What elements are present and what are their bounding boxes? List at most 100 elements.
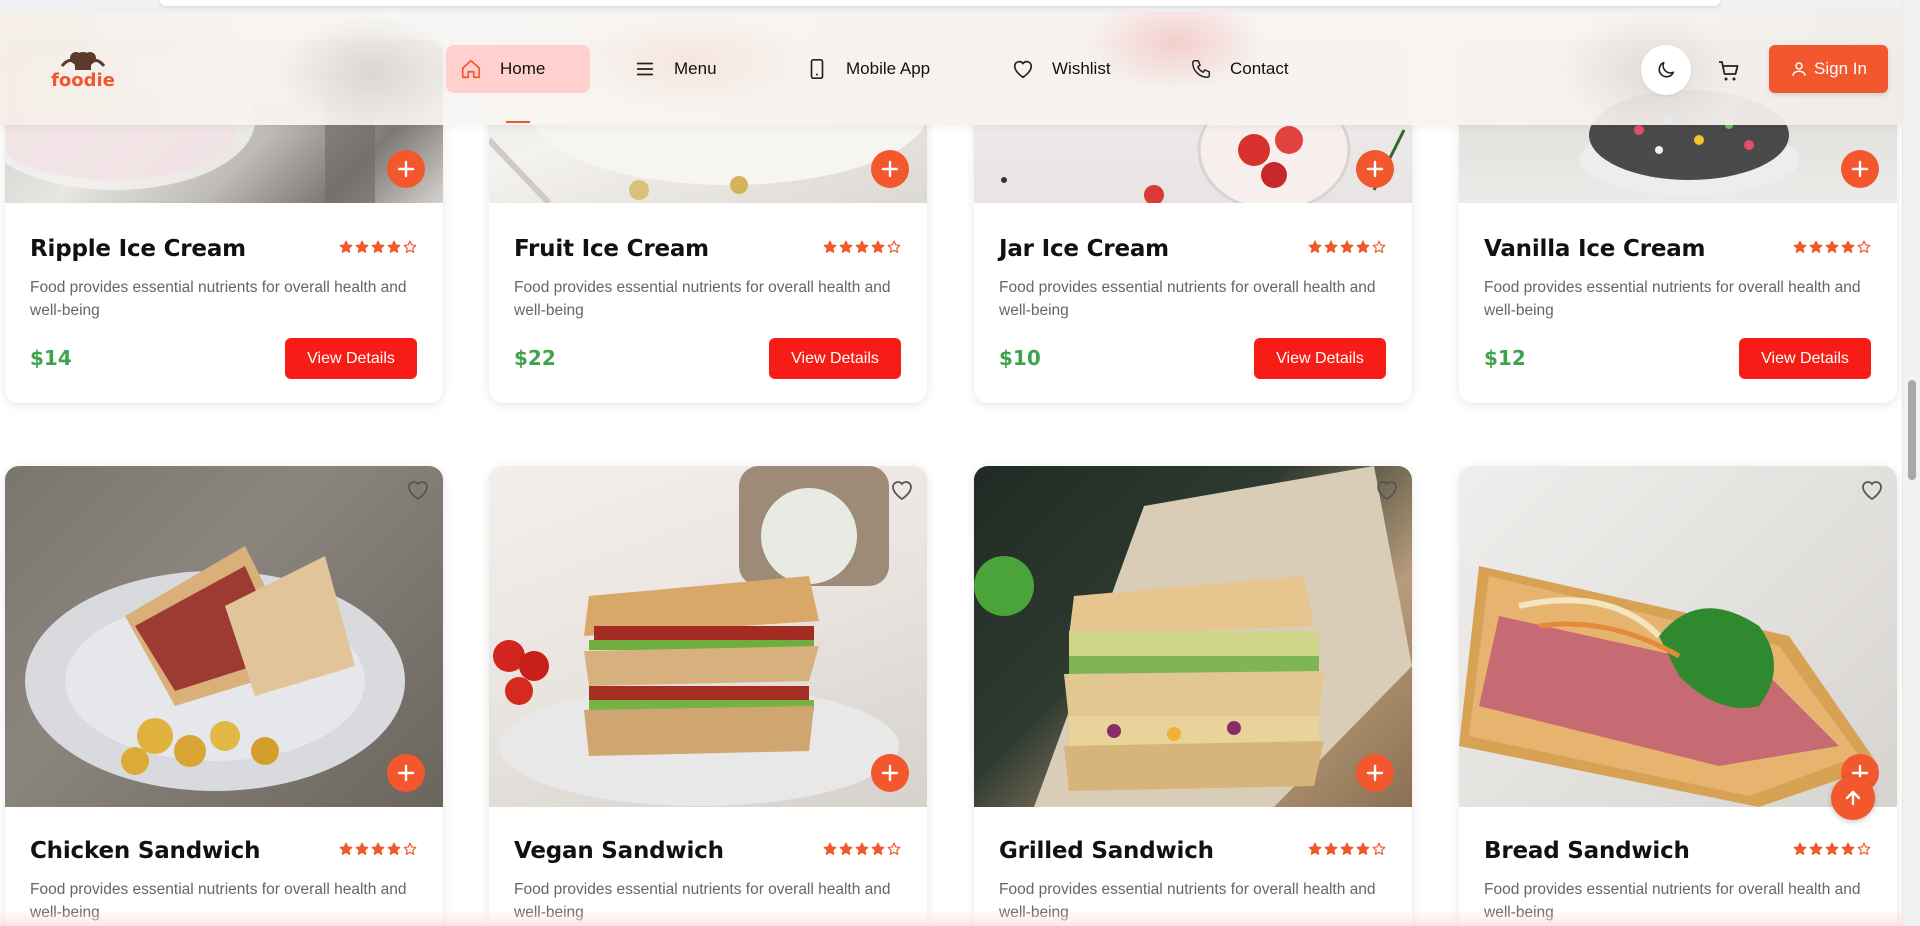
product-price: $10 <box>999 346 1041 370</box>
add-to-cart-button[interactable] <box>387 754 425 792</box>
nav-wishlist[interactable]: Wishlist <box>998 45 1125 93</box>
star-empty-icon <box>403 842 417 855</box>
star-filled-icon <box>839 842 853 855</box>
theme-toggle-button[interactable] <box>1641 45 1691 95</box>
sign-in-label: Sign In <box>1814 59 1867 78</box>
add-to-cart-button[interactable] <box>387 150 425 188</box>
product-title: Vegan Sandwich <box>514 838 724 864</box>
nav-home[interactable]: Home <box>446 45 590 93</box>
user-icon <box>1792 62 1806 76</box>
star-filled-icon <box>1793 240 1807 253</box>
star-empty-icon <box>403 240 417 253</box>
rating-stars <box>339 240 417 254</box>
home-icon <box>458 56 484 82</box>
navbar: foodie Home Menu Mobile App Wishlist Con… <box>0 12 1902 125</box>
nav-menu[interactable]: Menu <box>620 45 731 93</box>
add-to-cart-button[interactable] <box>1841 150 1879 188</box>
star-filled-icon <box>371 240 385 253</box>
browser-top-strip <box>0 0 1902 12</box>
rating-stars <box>1793 240 1871 254</box>
view-details-button[interactable]: View Details <box>1254 338 1386 379</box>
nav-label: Menu <box>674 59 717 78</box>
bottom-fade <box>0 910 1902 926</box>
star-empty-icon <box>887 240 901 253</box>
star-filled-icon <box>1841 842 1855 855</box>
product-card-grilled-sandwich: Grilled Sandwich Food provides essential… <box>974 466 1412 926</box>
star-empty-icon <box>887 842 901 855</box>
heart-icon[interactable] <box>1858 476 1886 504</box>
add-to-cart-button[interactable] <box>871 754 909 792</box>
scroll-to-top-button[interactable] <box>1831 776 1875 820</box>
star-filled-icon <box>871 240 885 253</box>
product-card-chicken-sandwich: Chicken Sandwich Food provides essential… <box>5 466 443 926</box>
rating-stars <box>823 842 901 856</box>
nav-label: Wishlist <box>1052 59 1111 78</box>
arrow-up-icon <box>1845 790 1861 806</box>
scrollbar[interactable] <box>1902 0 1920 926</box>
product-image <box>974 466 1412 807</box>
star-empty-icon <box>1372 842 1386 855</box>
product-price: $14 <box>30 346 72 370</box>
star-filled-icon <box>1356 842 1370 855</box>
product-card-vegan-sandwich: Vegan Sandwich Food provides essential n… <box>489 466 927 926</box>
add-to-cart-button[interactable] <box>1356 754 1394 792</box>
product-price: $22 <box>514 346 556 370</box>
product-description: Food provides essential nutrients for ov… <box>30 279 407 319</box>
rating-stars <box>1308 240 1386 254</box>
product-image <box>489 466 927 807</box>
product-title: Grilled Sandwich <box>999 838 1214 864</box>
product-title: Chicken Sandwich <box>30 838 261 864</box>
star-empty-icon <box>1857 842 1871 855</box>
product-title: Fruit Ice Cream <box>514 236 709 262</box>
cart-icon <box>1719 61 1739 81</box>
heart-icon <box>1010 56 1036 82</box>
rating-stars <box>823 240 901 254</box>
star-filled-icon <box>1793 842 1807 855</box>
product-description: Food provides essential nutrients for ov… <box>514 279 891 319</box>
star-filled-icon <box>1841 240 1855 253</box>
star-empty-icon <box>1372 240 1386 253</box>
star-filled-icon <box>1809 240 1823 253</box>
page: Ripple Ice Cream Food provides essential… <box>0 0 1902 926</box>
cart-button[interactable] <box>1714 56 1744 86</box>
product-title: Jar Ice Cream <box>999 236 1169 262</box>
sign-in-button[interactable]: Sign In <box>1769 45 1888 93</box>
scrollbar-thumb[interactable] <box>1908 380 1916 480</box>
star-filled-icon <box>855 240 869 253</box>
add-to-cart-button[interactable] <box>1356 150 1394 188</box>
star-filled-icon <box>339 842 353 855</box>
star-filled-icon <box>1809 842 1823 855</box>
moon-icon <box>1658 61 1675 78</box>
product-price: $12 <box>1484 346 1526 370</box>
heart-icon[interactable] <box>1373 476 1401 504</box>
product-image <box>5 466 443 807</box>
star-filled-icon <box>1308 240 1322 253</box>
star-filled-icon <box>1324 240 1338 253</box>
nav-contact[interactable]: Contact <box>1176 45 1303 93</box>
star-filled-icon <box>339 240 353 253</box>
product-title: Vanilla Ice Cream <box>1484 236 1706 262</box>
menu-icon <box>632 56 658 82</box>
star-filled-icon <box>355 842 369 855</box>
active-indicator <box>506 121 530 123</box>
star-filled-icon <box>823 240 837 253</box>
star-filled-icon <box>387 240 401 253</box>
star-filled-icon <box>1356 240 1370 253</box>
view-details-button[interactable]: View Details <box>769 338 901 379</box>
nav-mobile-app[interactable]: Mobile App <box>792 45 944 93</box>
brand-name: foodie <box>51 70 115 91</box>
product-title: Bread Sandwich <box>1484 838 1690 864</box>
product-card-bread-sandwich: Bread Sandwich Food provides essential n… <box>1459 466 1897 926</box>
star-filled-icon <box>839 240 853 253</box>
star-filled-icon <box>387 842 401 855</box>
rating-stars <box>1308 842 1386 856</box>
star-filled-icon <box>871 842 885 855</box>
view-details-button[interactable]: View Details <box>285 338 417 379</box>
logo[interactable]: foodie <box>48 48 118 92</box>
heart-icon[interactable] <box>888 476 916 504</box>
heart-icon[interactable] <box>404 476 432 504</box>
view-details-button[interactable]: View Details <box>1739 338 1871 379</box>
star-filled-icon <box>1324 842 1338 855</box>
add-to-cart-button[interactable] <box>871 150 909 188</box>
star-filled-icon <box>1340 240 1354 253</box>
